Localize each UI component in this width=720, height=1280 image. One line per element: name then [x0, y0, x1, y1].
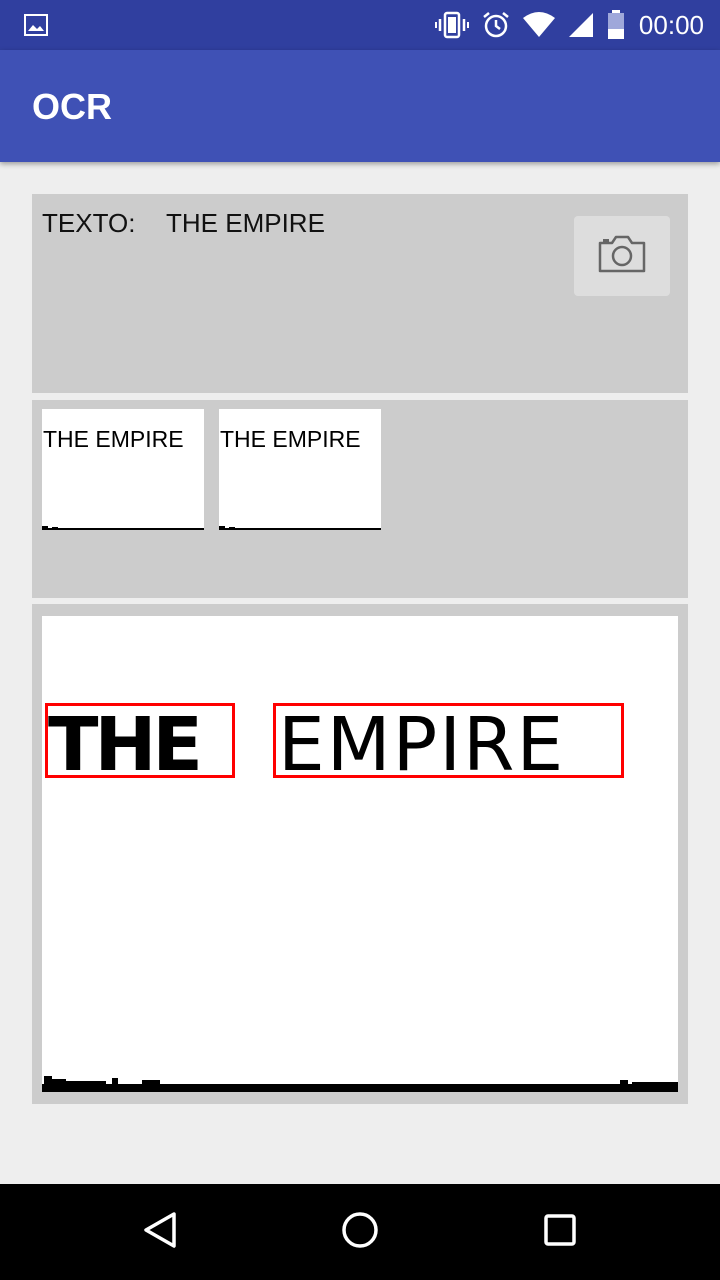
result-panel: TEXTO: THE EMPIRE [32, 194, 688, 393]
result-value: THE EMPIRE [166, 208, 325, 238]
camera-icon [597, 234, 647, 279]
recent-apps-icon [540, 1210, 580, 1255]
thumbnail-image[interactable]: THE EMPIRE [42, 409, 204, 530]
word-bounding-box [273, 703, 624, 778]
back-button[interactable] [140, 1210, 180, 1255]
result-label: TEXTO: [42, 208, 136, 238]
thumbnail-image[interactable]: THE EMPIRE [219, 409, 381, 530]
thumbnail-text: THE EMPIRE [220, 426, 361, 452]
home-icon [340, 1210, 380, 1255]
image-panel: THE EMPIRE [32, 604, 688, 1104]
signal-icon [567, 11, 595, 39]
navigation-bar [0, 1184, 720, 1280]
recent-apps-button[interactable] [540, 1212, 580, 1252]
thumbnails-panel: THE EMPIRE THE EMPIRE [32, 400, 688, 598]
thumbnail-baseline [42, 526, 204, 530]
status-clock: 00:00 [638, 9, 704, 40]
camera-button[interactable] [574, 216, 670, 296]
battery-icon [607, 10, 625, 40]
processed-image: THE EMPIRE [42, 616, 678, 1092]
alarm-icon [481, 10, 511, 40]
home-button[interactable] [340, 1210, 380, 1255]
app-bar: OCR [0, 50, 720, 162]
wifi-icon [522, 12, 555, 38]
thumbnail-baseline [219, 526, 381, 530]
image-notification-icon [24, 13, 48, 37]
thumbnail-text: THE EMPIRE [43, 426, 184, 452]
status-bar: 00:00 [0, 0, 720, 50]
page-title: OCR [32, 86, 112, 127]
image-baseline-noise [42, 1076, 678, 1092]
word-bounding-box [45, 703, 235, 778]
back-icon [140, 1210, 180, 1255]
vibrate-icon [434, 11, 469, 39]
